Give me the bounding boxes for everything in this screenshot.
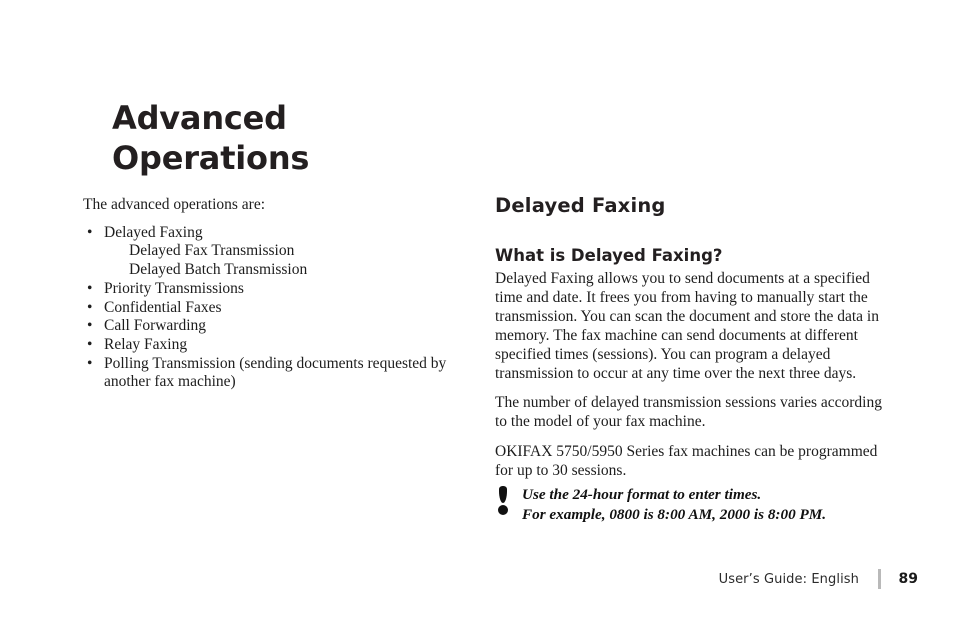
body-paragraph: Delayed Faxing allows you to send docume… bbox=[495, 270, 879, 382]
sub-heading: What is Delayed Faxing? bbox=[495, 246, 723, 265]
sub-list-item: Delayed Fax Transmission bbox=[129, 242, 295, 260]
body-paragraph: The number of delayed transmission sessi… bbox=[495, 394, 882, 431]
list-item: • Confidential Faxes bbox=[83, 299, 473, 318]
advanced-operations-list: • Delayed Faxing Delayed Fax Transmissio… bbox=[83, 224, 473, 392]
left-column: The advanced operations are: • Delayed F… bbox=[83, 196, 473, 392]
bullet-icon: • bbox=[87, 223, 93, 241]
page-number: 89 bbox=[898, 571, 918, 587]
sub-list-item: Delayed Batch Transmission bbox=[129, 261, 308, 279]
list-item: • Relay Faxing bbox=[83, 336, 473, 355]
bullet-icon: • bbox=[87, 298, 93, 316]
list-item: • Call Forwarding bbox=[83, 317, 473, 336]
footer-divider bbox=[878, 569, 881, 589]
page-title-line-1: Advanced bbox=[112, 99, 287, 137]
bullet-icon: • bbox=[87, 317, 93, 335]
page-title-line-2: Operations bbox=[112, 139, 310, 177]
list-item-label: Polling Transmission (sending documents … bbox=[104, 354, 447, 391]
note-line-2: For example, 0800 is 8:00 AM, 2000 is 8:… bbox=[522, 505, 827, 523]
bullet-icon: • bbox=[87, 279, 93, 297]
page-footer: User’s Guide: English 89 bbox=[0, 565, 954, 593]
footer-label: User’s Guide: English bbox=[718, 571, 859, 587]
document-page: Advanced Operations The advanced operati… bbox=[0, 0, 954, 618]
exclamation-icon bbox=[495, 485, 522, 525]
intro-text: The advanced operations are: bbox=[83, 196, 266, 213]
body-paragraph: OKIFAX 5750/5950 Series fax machines can… bbox=[495, 443, 878, 480]
note-callout: Use the 24-hour format to enter times. F… bbox=[495, 485, 895, 525]
bullet-icon: • bbox=[87, 335, 93, 353]
right-column: Delayed Faxing What is Delayed Faxing? D… bbox=[495, 194, 885, 481]
list-item: • Delayed Faxing Delayed Fax Transmissio… bbox=[83, 224, 473, 280]
list-item-label: Relay Faxing bbox=[104, 335, 188, 353]
list-item: • Priority Transmissions bbox=[83, 280, 473, 299]
bullet-icon: • bbox=[87, 354, 93, 372]
list-item-label: Priority Transmissions bbox=[104, 279, 244, 297]
page-title: Advanced Operations bbox=[112, 98, 472, 178]
note-text: Use the 24-hour format to enter times. F… bbox=[522, 485, 826, 524]
section-heading: Delayed Faxing bbox=[495, 194, 666, 217]
exclamation-stem bbox=[499, 486, 507, 503]
sub-list: Delayed Fax Transmission Delayed Batch T… bbox=[104, 242, 473, 279]
exclamation-dot bbox=[498, 505, 508, 515]
list-item-label: Delayed Faxing bbox=[104, 223, 203, 241]
list-item-label: Confidential Faxes bbox=[104, 298, 222, 316]
list-item-label: Call Forwarding bbox=[104, 317, 207, 335]
list-item: • Polling Transmission (sending document… bbox=[83, 355, 473, 392]
note-line-1: Use the 24-hour format to enter times. bbox=[522, 486, 762, 503]
